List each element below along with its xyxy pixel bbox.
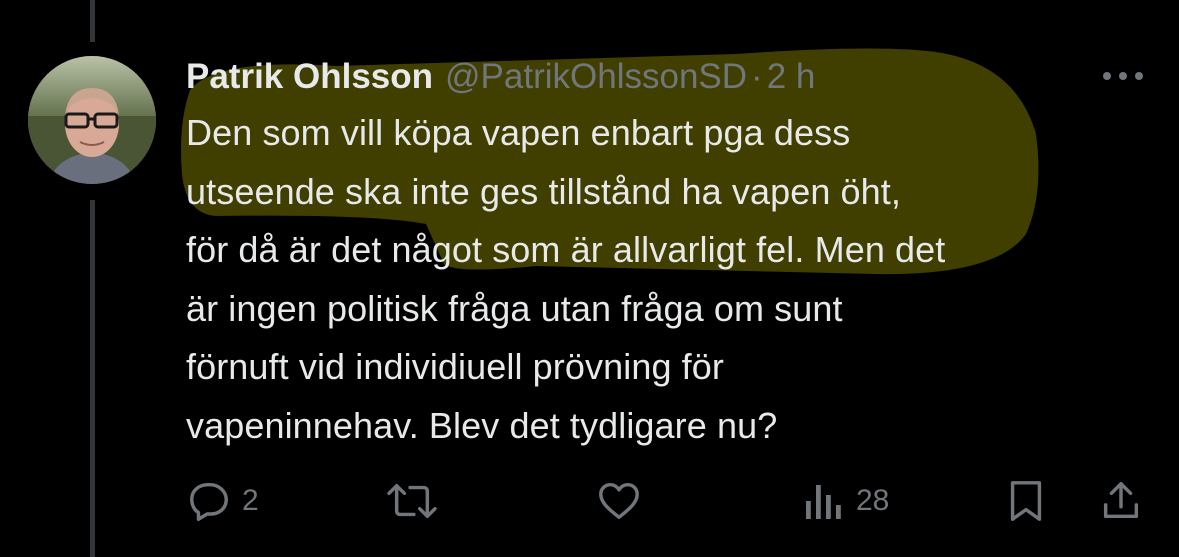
views-count: 28: [856, 484, 890, 517]
thread-line-bottom: [90, 200, 95, 557]
more-icon: [1103, 72, 1143, 80]
reply-count: 2: [242, 484, 259, 517]
reply-icon: [190, 482, 228, 521]
share-icon: [1103, 482, 1139, 519]
tweet-text: Den som vill köpa vapen enbart pga dess …: [186, 112, 946, 446]
share-button[interactable]: [1098, 476, 1144, 526]
separator-dot: ·: [751, 57, 763, 96]
repost-button[interactable]: [384, 476, 440, 526]
author-handle[interactable]: @PatrikOhlssonSD: [445, 57, 747, 97]
author-name[interactable]: Patrik Ohlsson: [186, 57, 433, 97]
bookmark-icon: [1010, 481, 1042, 521]
tweet-header: Patrik Ohlsson @PatrikOhlssonSD · 2 h: [186, 54, 815, 100]
bookmark-button[interactable]: [1004, 476, 1048, 526]
tweet-time[interactable]: 2 h: [767, 57, 816, 97]
like-button[interactable]: [596, 476, 642, 526]
repost-icon: [387, 483, 437, 519]
avatar[interactable]: [28, 56, 156, 184]
avatar-photo: [28, 56, 156, 184]
like-icon: [599, 482, 639, 520]
views-button[interactable]: 28: [802, 476, 889, 526]
views-icon: [806, 485, 841, 519]
reply-button[interactable]: 2: [186, 476, 259, 526]
thread-line-top: [90, 0, 95, 42]
more-button[interactable]: [1098, 64, 1148, 88]
